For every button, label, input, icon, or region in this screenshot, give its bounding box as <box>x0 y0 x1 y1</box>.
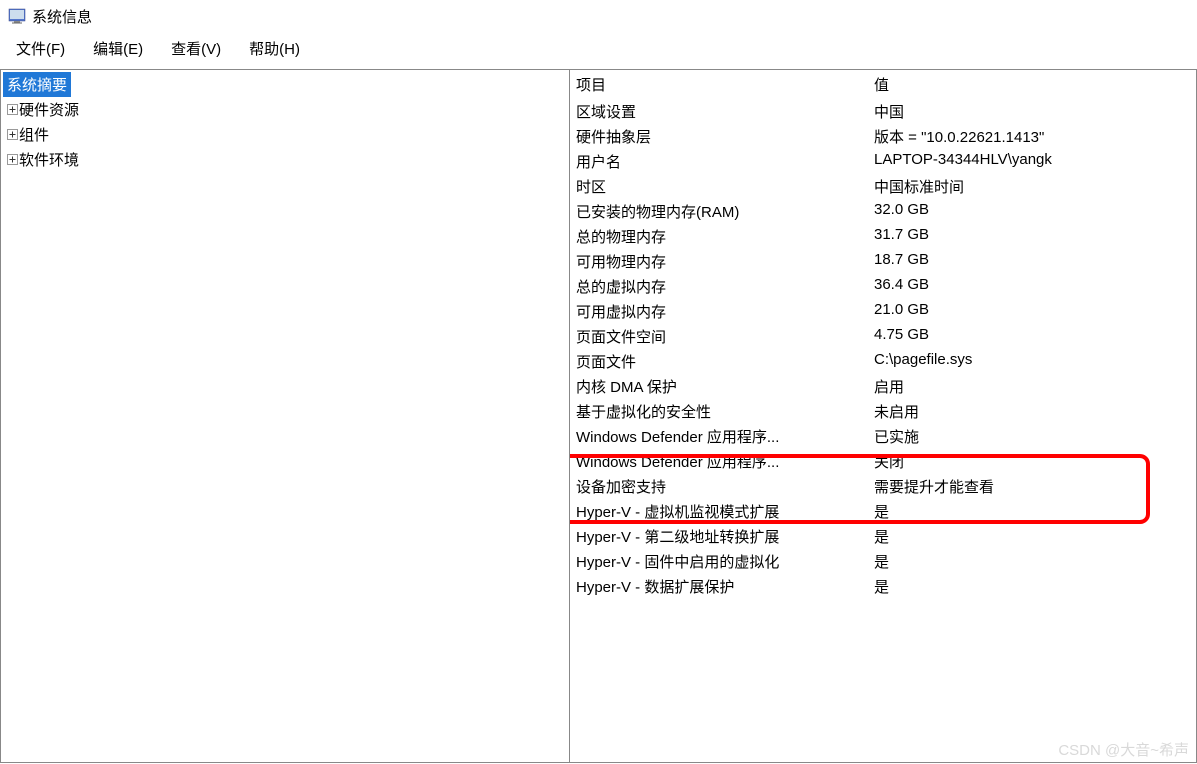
table-row[interactable]: 基于虚拟化的安全性未启用 <box>570 399 1196 424</box>
row-item: 用户名 <box>570 149 868 174</box>
table-row[interactable]: 可用物理内存18.7 GB <box>570 249 1196 274</box>
table-row[interactable]: 区域设置中国 <box>570 99 1196 124</box>
menubar: 文件(F) 编辑(E) 查看(V) 帮助(H) <box>0 32 1197 69</box>
row-value: 31.7 GB <box>868 224 1196 249</box>
row-value: 已实施 <box>868 424 1196 449</box>
table-row[interactable]: 用户名LAPTOP-34344HLV\yangk <box>570 149 1196 174</box>
table-row[interactable]: 总的物理内存31.7 GB <box>570 224 1196 249</box>
table-row[interactable]: Hyper-V - 第二级地址转换扩展是 <box>570 524 1196 549</box>
table-row[interactable]: 时区中国标准时间 <box>570 174 1196 199</box>
row-item: 区域设置 <box>570 99 868 124</box>
row-item: Hyper-V - 数据扩展保护 <box>570 574 868 599</box>
table-row[interactable]: 内核 DMA 保护启用 <box>570 374 1196 399</box>
row-item: 时区 <box>570 174 868 199</box>
row-value: 18.7 GB <box>868 249 1196 274</box>
table-row[interactable]: Windows Defender 应用程序...关闭 <box>570 449 1196 474</box>
row-value: C:\pagefile.sys <box>868 349 1196 374</box>
row-value: 关闭 <box>868 449 1196 474</box>
row-value: 21.0 GB <box>868 299 1196 324</box>
row-item: 可用物理内存 <box>570 249 868 274</box>
row-value: 是 <box>868 549 1196 574</box>
table-row[interactable]: Hyper-V - 虚拟机监视模式扩展是 <box>570 499 1196 524</box>
tree-item-hardware[interactable]: 硬件资源 <box>3 97 567 122</box>
expand-icon[interactable] <box>5 128 19 142</box>
tree-panel[interactable]: 系统摘要 硬件资源 组件 软件环境 <box>0 69 570 763</box>
row-item: 基于虚拟化的安全性 <box>570 399 868 424</box>
detail-table: 项目 值 区域设置中国硬件抽象层版本 = "10.0.22621.1413"用户… <box>570 70 1196 599</box>
row-value: 4.75 GB <box>868 324 1196 349</box>
titlebar: 系统信息 <box>0 0 1197 32</box>
row-item: Hyper-V - 第二级地址转换扩展 <box>570 524 868 549</box>
tree-root-system-summary[interactable]: 系统摘要 <box>3 72 71 97</box>
menu-view[interactable]: 查看(V) <box>159 34 233 63</box>
table-row[interactable]: 设备加密支持需要提升才能查看 <box>570 474 1196 499</box>
row-value: 中国标准时间 <box>868 174 1196 199</box>
table-header: 项目 值 <box>570 70 1196 99</box>
row-item: Hyper-V - 虚拟机监视模式扩展 <box>570 499 868 524</box>
table-row[interactable]: Hyper-V - 数据扩展保护是 <box>570 574 1196 599</box>
menu-help[interactable]: 帮助(H) <box>237 34 312 63</box>
table-row[interactable]: 硬件抽象层版本 = "10.0.22621.1413" <box>570 124 1196 149</box>
row-item: 总的虚拟内存 <box>570 274 868 299</box>
row-value: LAPTOP-34344HLV\yangk <box>868 149 1196 174</box>
row-value: 是 <box>868 499 1196 524</box>
app-icon <box>8 7 26 25</box>
tree-label: 软件环境 <box>19 149 79 170</box>
row-value: 是 <box>868 574 1196 599</box>
row-item: Hyper-V - 固件中启用的虚拟化 <box>570 549 868 574</box>
table-row[interactable]: 页面文件C:\pagefile.sys <box>570 349 1196 374</box>
row-item: 设备加密支持 <box>570 474 868 499</box>
row-value: 36.4 GB <box>868 274 1196 299</box>
row-value: 需要提升才能查看 <box>868 474 1196 499</box>
tree-label: 系统摘要 <box>7 77 67 94</box>
row-item: 硬件抽象层 <box>570 124 868 149</box>
menu-file[interactable]: 文件(F) <box>4 34 77 63</box>
table-row[interactable]: Windows Defender 应用程序...已实施 <box>570 424 1196 449</box>
content-area: 系统摘要 硬件资源 组件 软件环境 项目 值 区域设置中国硬 <box>0 69 1197 763</box>
table-row[interactable]: 已安装的物理内存(RAM)32.0 GB <box>570 199 1196 224</box>
table-row[interactable]: 页面文件空间4.75 GB <box>570 324 1196 349</box>
tree-item-components[interactable]: 组件 <box>3 122 567 147</box>
row-item: 已安装的物理内存(RAM) <box>570 199 868 224</box>
row-item: 可用虚拟内存 <box>570 299 868 324</box>
table-row[interactable]: 可用虚拟内存21.0 GB <box>570 299 1196 324</box>
row-value: 中国 <box>868 99 1196 124</box>
table-row[interactable]: 总的虚拟内存36.4 GB <box>570 274 1196 299</box>
tree-label: 组件 <box>19 124 49 145</box>
table-row[interactable]: Hyper-V - 固件中启用的虚拟化是 <box>570 549 1196 574</box>
row-value: 未启用 <box>868 399 1196 424</box>
row-value: 是 <box>868 524 1196 549</box>
row-item: 页面文件空间 <box>570 324 868 349</box>
row-value: 32.0 GB <box>868 199 1196 224</box>
row-item: 页面文件 <box>570 349 868 374</box>
row-item: Windows Defender 应用程序... <box>570 424 868 449</box>
row-item: 总的物理内存 <box>570 224 868 249</box>
row-item: Windows Defender 应用程序... <box>570 449 868 474</box>
expand-icon[interactable] <box>5 153 19 167</box>
row-item: 内核 DMA 保护 <box>570 374 868 399</box>
header-item[interactable]: 项目 <box>570 72 868 97</box>
menu-edit[interactable]: 编辑(E) <box>81 34 155 63</box>
header-value[interactable]: 值 <box>868 72 1196 97</box>
row-value: 版本 = "10.0.22621.1413" <box>868 124 1196 149</box>
tree-label: 硬件资源 <box>19 99 79 120</box>
window-title: 系统信息 <box>32 6 92 27</box>
detail-panel[interactable]: 项目 值 区域设置中国硬件抽象层版本 = "10.0.22621.1413"用户… <box>570 69 1197 763</box>
row-value: 启用 <box>868 374 1196 399</box>
tree-item-software-env[interactable]: 软件环境 <box>3 147 567 172</box>
expand-icon[interactable] <box>5 103 19 117</box>
